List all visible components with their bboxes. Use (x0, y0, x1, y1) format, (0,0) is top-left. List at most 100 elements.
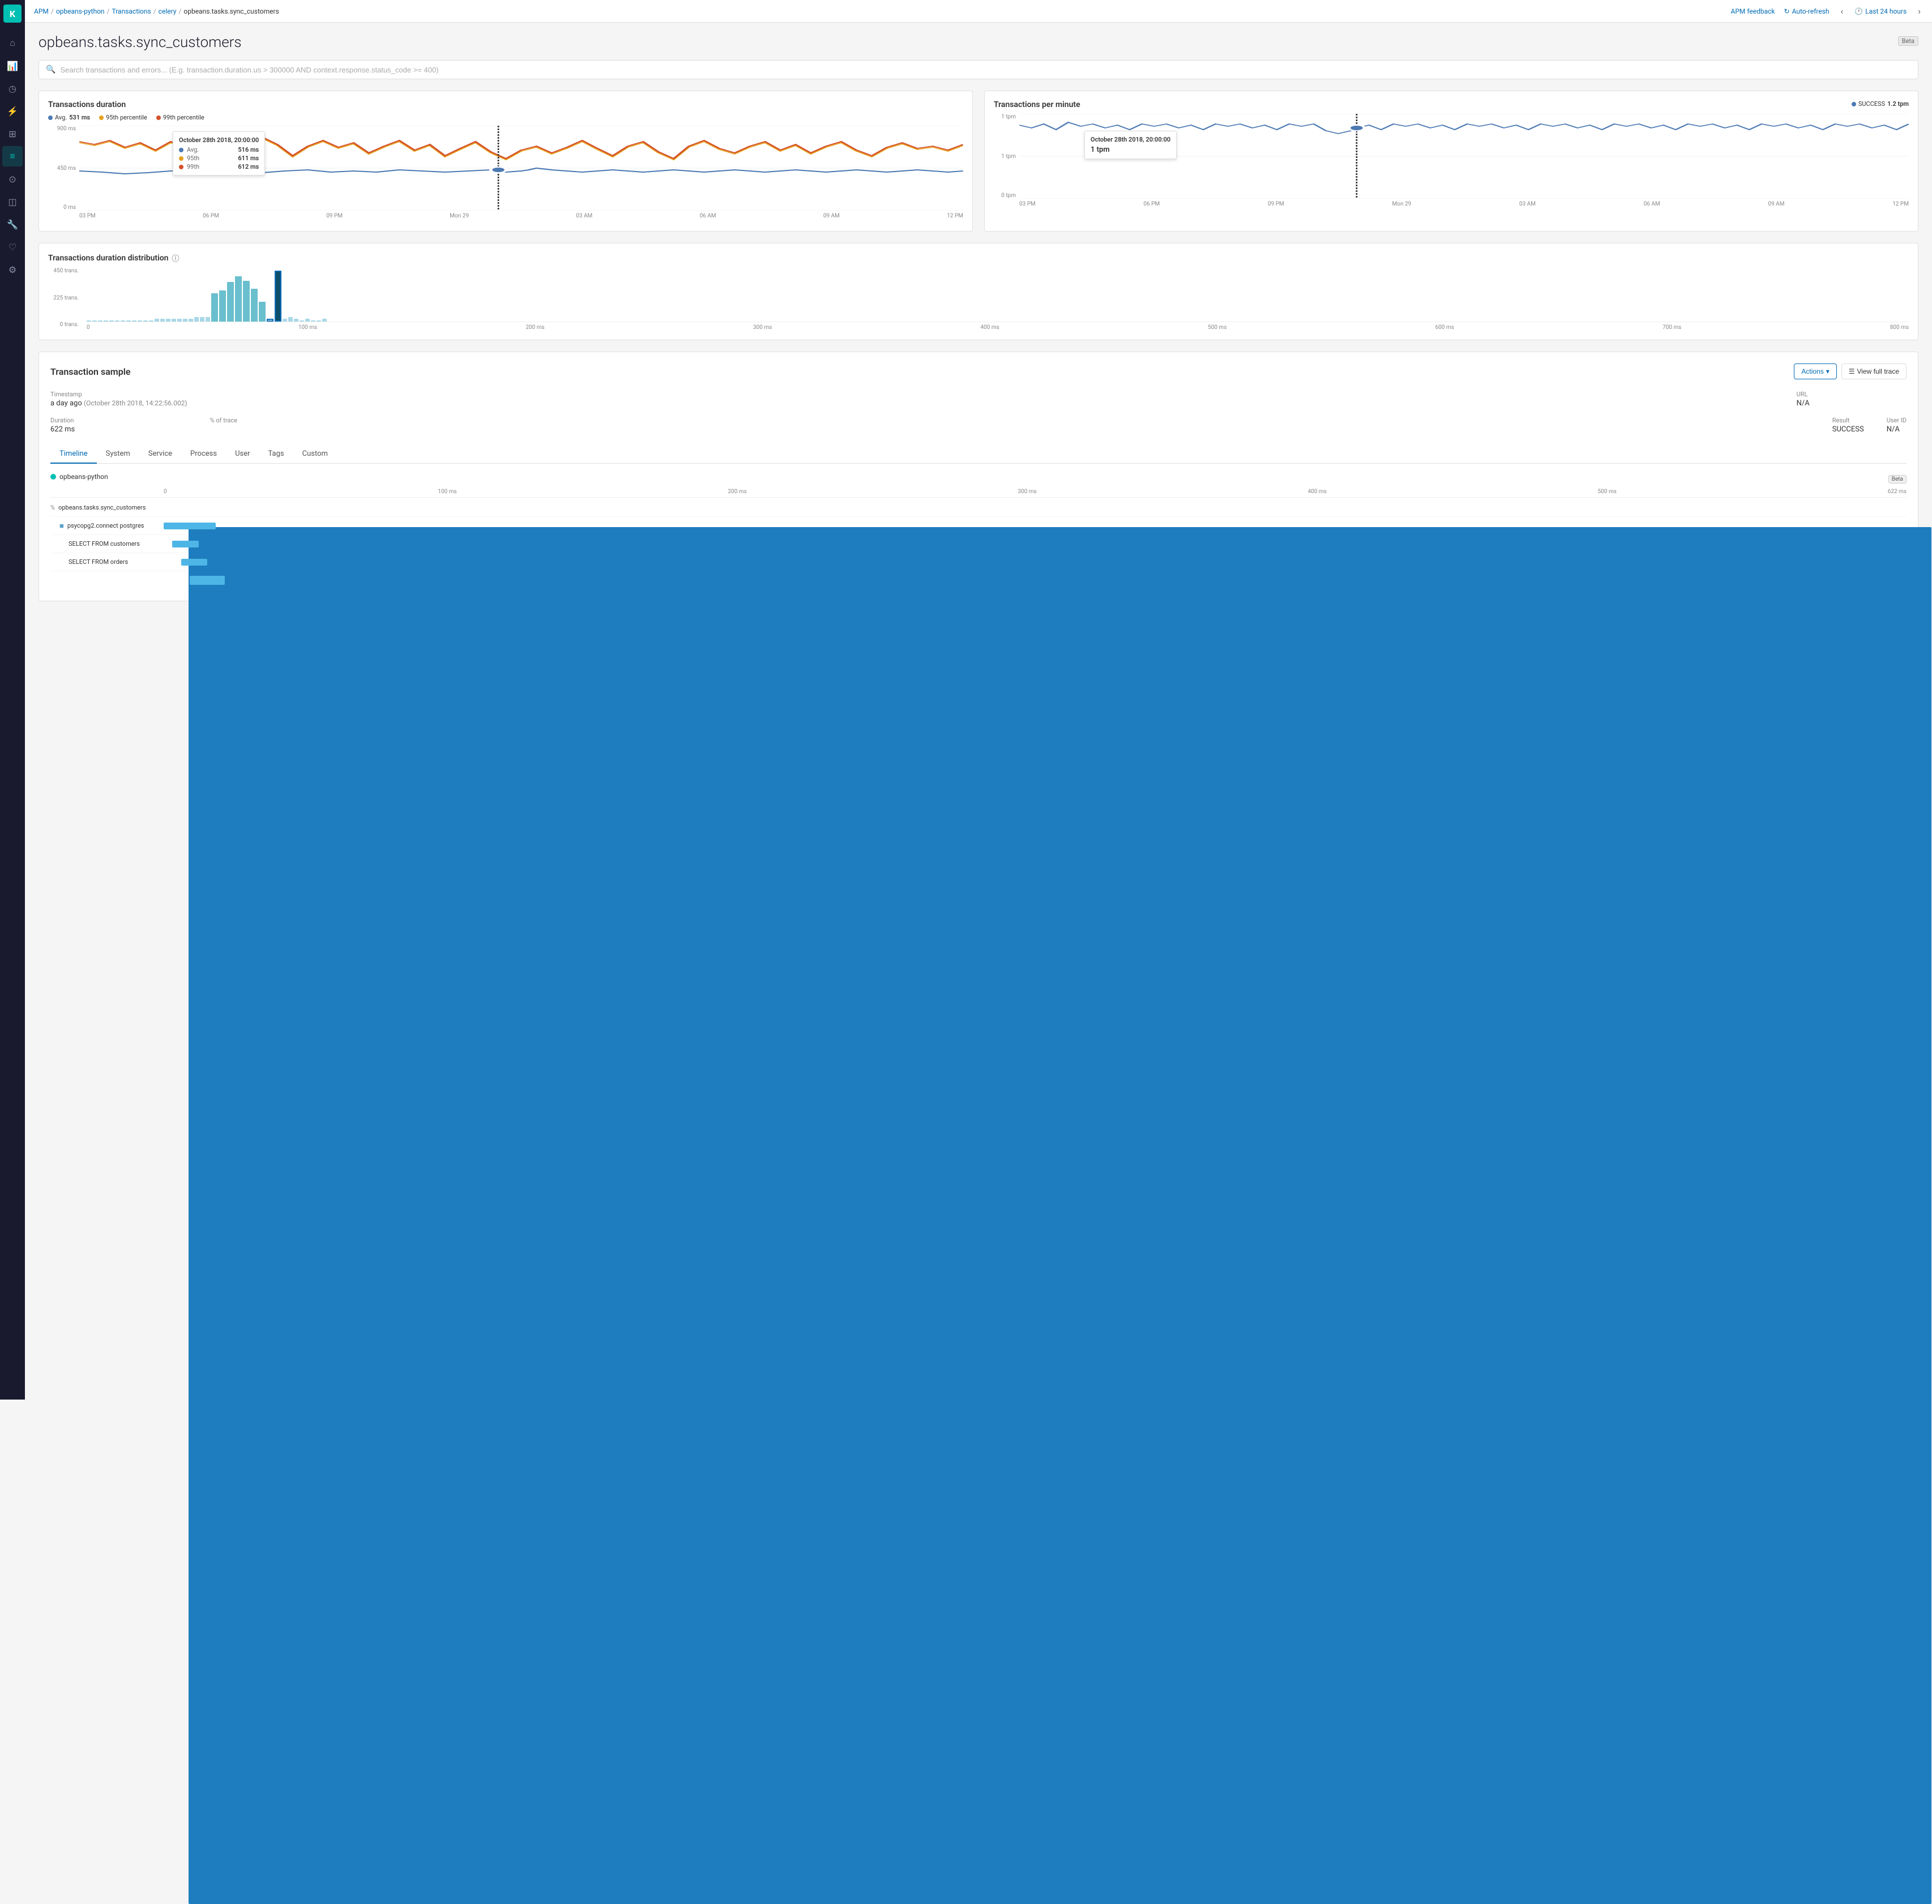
x-label-09am: 09 AM (823, 213, 840, 219)
pct-trace-label: % of trace (210, 417, 1810, 424)
dist-bar-8[interactable] (132, 320, 136, 322)
time-range-btn[interactable]: 🕐 Last 24 hours (1854, 7, 1907, 15)
dist-bar-13[interactable] (160, 319, 165, 322)
trace-timeline: opbeans-python Beta 0 100 ms 200 ms 300 … (50, 473, 1907, 589)
dist-bar-31[interactable] (283, 319, 287, 322)
sidebar-item-heart[interactable]: ♡ (2, 237, 23, 257)
dist-title-text: Transactions duration distribution (48, 254, 169, 263)
duration-x-labels: 03 PM 06 PM 09 PM Mon 29 03 AM 06 AM 09 … (79, 213, 963, 219)
dist-bar-12[interactable] (155, 319, 159, 322)
dist-bar-21[interactable] (206, 317, 210, 322)
search-input[interactable] (60, 66, 1911, 74)
time-400: 400 ms (1308, 489, 1327, 495)
dist-bar-37[interactable] (317, 320, 321, 322)
dist-bar-14[interactable] (166, 319, 170, 322)
sidebar-item-chart[interactable]: 📊 (2, 55, 23, 76)
actions-button[interactable]: Actions ▾ (1794, 363, 1836, 379)
dist-x-100: 100 ms (298, 324, 317, 331)
breadcrumb-service[interactable]: opbeans-python (56, 7, 105, 15)
tab-tags[interactable]: Tags (259, 445, 293, 464)
sidebar-item-clock[interactable]: ◷ (2, 78, 23, 99)
dist-bar-30[interactable] (275, 271, 281, 322)
trace-row-label-orders: SELECT FROM orders (69, 558, 164, 566)
dist-bar-36[interactable] (311, 320, 315, 322)
sidebar-item-infra[interactable]: ◫ (2, 191, 23, 212)
dist-bar-4[interactable] (109, 320, 114, 322)
tab-user[interactable]: User (226, 445, 259, 464)
dist-bar-15[interactable] (172, 319, 176, 322)
dist-bar-7[interactable] (126, 320, 131, 322)
nav-prev-btn[interactable]: ‹ (1839, 5, 1846, 18)
trace-row-label-main: % opbeans.tasks.sync_customers (50, 504, 164, 511)
breadcrumb-apm[interactable]: APM (34, 7, 49, 15)
dist-bar-25[interactable] (235, 276, 242, 322)
trace-row-main: % opbeans.tasks.sync_customers (50, 499, 1907, 517)
legend-p99-dot (156, 115, 161, 120)
legend-success-value: 1.2 tpm (1887, 100, 1909, 108)
sidebar-item-map[interactable]: ⊞ (2, 123, 23, 144)
help-icon[interactable]: ⓘ (172, 253, 179, 263)
dist-bar-6[interactable] (121, 320, 125, 322)
dist-bar-26[interactable] (243, 281, 250, 322)
dist-bar-20[interactable] (200, 317, 204, 322)
dist-bar-29[interactable] (267, 319, 273, 322)
trace-bar-main (189, 527, 1931, 1904)
dist-bar-22[interactable] (211, 293, 218, 322)
dist-bar-9[interactable] (138, 320, 142, 322)
dist-bar-1[interactable] (92, 320, 97, 322)
dist-x-800: 800 ms (1890, 324, 1909, 331)
dist-bar-32[interactable] (288, 317, 293, 322)
view-full-trace-button[interactable]: ☰ View full trace (1841, 363, 1907, 379)
dist-bar-19[interactable] (194, 317, 199, 322)
breadcrumb-current: opbeans.tasks.sync_customers (183, 7, 279, 15)
legend-p95: 95th percentile (99, 114, 147, 121)
dist-bar-17[interactable] (183, 319, 187, 322)
trace-beta-badge: Beta (1888, 475, 1907, 484)
time-100: 100 ms (438, 489, 456, 495)
breadcrumb-transactions[interactable]: Transactions (112, 7, 151, 15)
auto-refresh-btn[interactable]: ↻ Auto-refresh (1784, 7, 1830, 15)
dist-bar-23[interactable] (219, 290, 226, 322)
sidebar-item-apm[interactable]: ≡ (2, 146, 23, 166)
time-200: 200 ms (728, 489, 746, 495)
tab-process[interactable]: Process (181, 445, 226, 464)
duration-chart-area: 900 ms 450 ms 0 ms (48, 126, 963, 222)
breadcrumb-sep-2: / (107, 7, 110, 15)
apm-feedback-btn[interactable]: APM feedback (1730, 7, 1775, 15)
tab-service[interactable]: Service (139, 445, 181, 464)
time-0: 0 (164, 489, 167, 495)
sidebar-item-wrench[interactable]: 🔧 (2, 214, 23, 234)
dist-bar-5[interactable] (115, 320, 119, 322)
x-label-06pm: 06 PM (203, 213, 219, 219)
tab-timeline[interactable]: Timeline (50, 445, 97, 464)
time-500: 500 ms (1598, 489, 1617, 495)
dist-bar-28[interactable] (259, 302, 266, 322)
dist-bars-wrapper: 0 100 ms 200 ms 300 ms 400 ms 500 ms 600… (87, 266, 1909, 331)
dist-bar-3[interactable] (104, 320, 108, 322)
result-value: SUCCESS (1832, 425, 1864, 434)
dist-bar-35[interactable] (305, 319, 310, 322)
time-300: 300 ms (1018, 489, 1037, 495)
sidebar-item-home[interactable]: ⌂ (2, 33, 23, 53)
dist-bar-18[interactable] (189, 319, 193, 322)
tab-custom[interactable]: Custom (293, 445, 337, 464)
clock-icon: ◷ (8, 83, 16, 94)
dist-bar-10[interactable] (143, 320, 148, 322)
tab-system[interactable]: System (97, 445, 139, 464)
dist-bar-27[interactable] (251, 289, 258, 322)
sidebar-item-gear[interactable]: ⚙ (2, 259, 23, 280)
dist-bar-38[interactable] (322, 319, 327, 322)
service-dot (50, 474, 56, 480)
dist-bar-0[interactable] (87, 320, 91, 322)
dist-bar-34[interactable] (300, 320, 304, 322)
dist-bar-2[interactable] (98, 320, 102, 322)
sidebar-item-shield[interactable]: ⚡ (2, 101, 23, 121)
sidebar-item-logs[interactable]: ⊙ (2, 169, 23, 189)
dist-bar-16[interactable] (177, 319, 182, 322)
breadcrumb-celery[interactable]: celery (159, 7, 177, 15)
dist-bar-24[interactable] (227, 282, 234, 322)
dist-bar-33[interactable] (294, 319, 298, 322)
nav-next-btn[interactable]: › (1916, 5, 1923, 18)
duration-field: Duration 622 ms (50, 417, 187, 434)
dist-bar-11[interactable] (149, 320, 153, 322)
